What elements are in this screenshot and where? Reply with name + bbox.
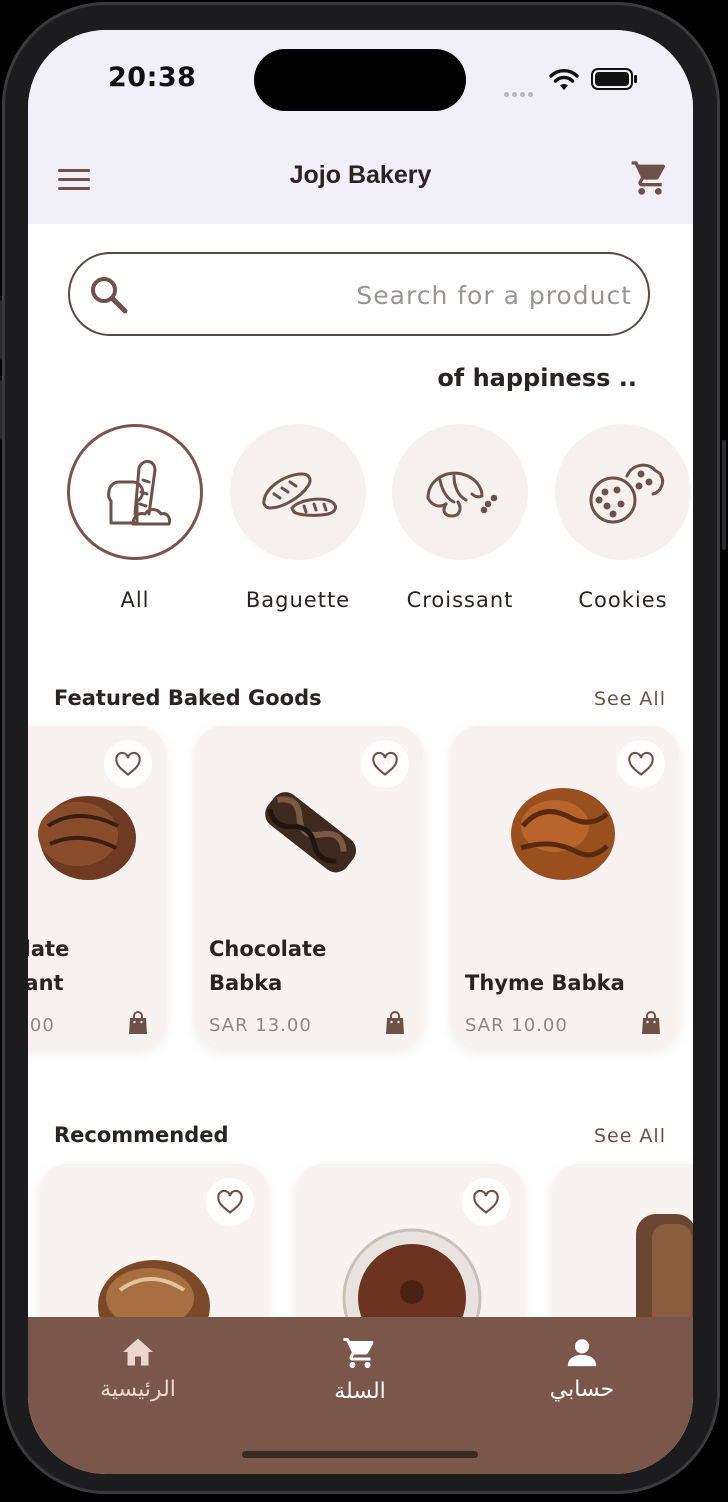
cookies-icon — [589, 463, 665, 524]
cart-icon — [343, 1338, 374, 1368]
dynamic-island — [254, 49, 466, 111]
search-icon — [91, 277, 128, 314]
app-header: Jojo Bakery — [28, 136, 693, 224]
recommended-see-all-link[interactable]: See All — [594, 1125, 666, 1147]
shopping-bag-icon[interactable] — [639, 1010, 663, 1036]
search-bar[interactable] — [68, 252, 650, 336]
nav-cart[interactable]: السلة — [280, 1335, 440, 1404]
category-croissant[interactable]: Croissant — [385, 424, 535, 612]
thyme-babka-image — [511, 788, 615, 880]
category-croissant-circle — [392, 424, 528, 560]
product-name: Chocolate Babka — [209, 937, 327, 995]
status-time: 20:38 — [108, 62, 197, 93]
phone-frame: 20:38 Jojo Bakery Search for a product o… — [0, 0, 728, 1502]
nav-account[interactable]: حسابي — [502, 1335, 662, 1402]
recommended-header: Recommended See All — [54, 1123, 666, 1163]
product-price: SAR 10.00 — [465, 1015, 568, 1036]
battery-icon — [591, 68, 637, 90]
product-card[interactable]: ChocolateCroissant SAR 12.00 — [28, 726, 166, 1048]
product-card[interactable]: Chocolate Babka SAR 13.00 — [195, 726, 423, 1048]
baguette-icon — [262, 472, 337, 517]
category-label: All — [120, 588, 150, 612]
featured-header: Featured Baked Goods See All — [54, 686, 666, 726]
search-input[interactable] — [140, 268, 634, 322]
category-label: Cookies — [578, 588, 668, 612]
category-baguette[interactable]: Baguette — [223, 424, 373, 612]
product-card[interactable] — [296, 1164, 524, 1317]
product-card[interactable] — [552, 1164, 693, 1317]
nav-home[interactable]: الرئيسية — [58, 1335, 218, 1402]
croissant-icon — [426, 471, 498, 518]
shopping-bag-icon[interactable] — [383, 1010, 407, 1036]
category-all[interactable]: All — [60, 424, 210, 612]
section-title: Featured Baked Goods — [54, 686, 322, 710]
home-icon — [123, 1338, 153, 1366]
section-title: Recommended — [54, 1123, 229, 1147]
product-price: SAR 12.00 — [28, 1015, 55, 1036]
product-name: ChocolateCroissant — [28, 937, 70, 995]
category-baguette-circle — [230, 424, 366, 560]
chocolate-croissant-image — [38, 796, 136, 880]
screen: 20:38 Jojo Bakery Search for a product o… — [28, 30, 693, 1474]
product-name: Thyme Babka — [465, 971, 625, 995]
category-cookies-circle — [555, 424, 691, 560]
featured-see-all-link[interactable]: See All — [594, 688, 666, 710]
product-card[interactable]: Thyme Babka SAR 10.00 — [451, 726, 679, 1048]
home-content[interactable]: of happiness .. All — [28, 224, 693, 1317]
bottom-navigation: الرئيسية السلة حسابي — [28, 1317, 693, 1474]
product-card[interactable] — [40, 1164, 268, 1317]
cellular-signal-icon — [504, 82, 538, 97]
nav-label: الرئيسية — [100, 1377, 176, 1402]
tagline: of happiness .. — [437, 364, 637, 392]
app-title: Jojo Bakery — [289, 161, 432, 189]
power-button — [722, 440, 726, 550]
chocolate-babka-image — [265, 792, 357, 873]
status-bar: 20:38 — [28, 30, 693, 136]
person-icon — [567, 1339, 597, 1367]
bread-assortment-icon — [107, 460, 171, 526]
category-cookies[interactable]: Cookies — [548, 424, 693, 612]
category-list: All Baguette Croissant Cookies — [28, 424, 693, 634]
sourdough-loaf-image — [98, 1260, 210, 1317]
chocolate-dessert-image — [342, 1228, 482, 1317]
home-indicator[interactable] — [242, 1451, 478, 1458]
shopping-bag-icon[interactable] — [126, 1010, 150, 1036]
nav-label: حسابي — [549, 1377, 615, 1402]
product-price: SAR 13.00 — [209, 1015, 312, 1036]
wifi-icon — [549, 69, 579, 90]
category-label: Croissant — [406, 588, 514, 612]
sliced-bread-image — [636, 1214, 693, 1317]
nav-label: السلة — [334, 1379, 386, 1404]
category-all-circle — [67, 424, 203, 560]
shopping-cart-icon[interactable] — [630, 158, 670, 198]
category-label: Baguette — [245, 588, 351, 612]
